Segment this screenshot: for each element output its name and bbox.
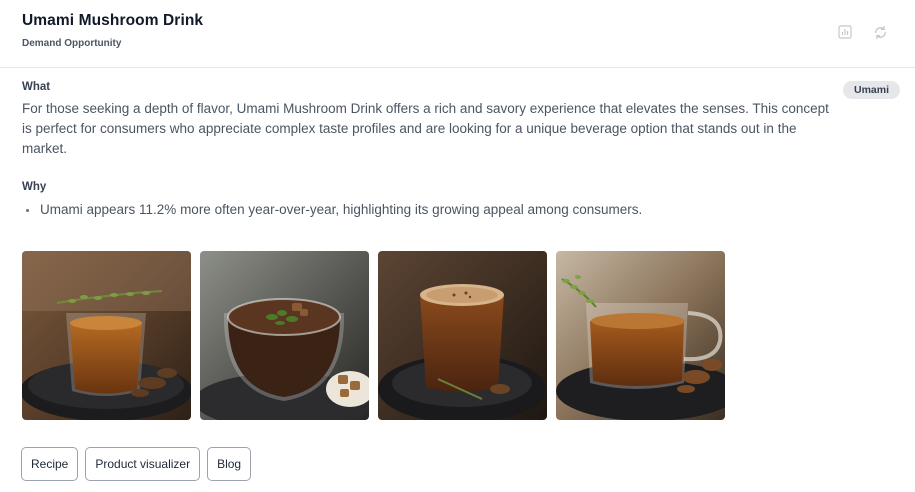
refresh-icon[interactable] bbox=[872, 24, 888, 40]
recipe-button[interactable]: Recipe bbox=[21, 447, 79, 481]
why-bullet-list: Umami appears 11.2% more often year-over… bbox=[25, 201, 643, 219]
why-bullet-item: Umami appears 11.2% more often year-over… bbox=[25, 202, 643, 217]
card-header: Umami Mushroom Drink Demand Opportunity bbox=[0, 0, 915, 68]
action-buttons: Recipe Product visualizer Blog bbox=[21, 447, 252, 481]
chart-icon[interactable] bbox=[837, 24, 853, 40]
product-image-3[interactable] bbox=[378, 251, 547, 420]
umami-tag-badge: Umami bbox=[843, 81, 901, 99]
product-image-4[interactable] bbox=[556, 251, 725, 420]
page-subtitle: Demand Opportunity bbox=[22, 38, 122, 49]
page-title: Umami Mushroom Drink bbox=[22, 12, 204, 29]
product-image-2[interactable] bbox=[200, 251, 369, 420]
blog-button[interactable]: Blog bbox=[207, 447, 252, 481]
what-description: For those seeking a depth of flavor, Uma… bbox=[22, 101, 829, 156]
product-image-1[interactable] bbox=[22, 251, 191, 420]
product-visualizer-button[interactable]: Product visualizer bbox=[85, 447, 201, 481]
image-gallery bbox=[22, 251, 725, 420]
why-label: Why bbox=[22, 181, 47, 193]
what-label: What bbox=[22, 81, 51, 93]
